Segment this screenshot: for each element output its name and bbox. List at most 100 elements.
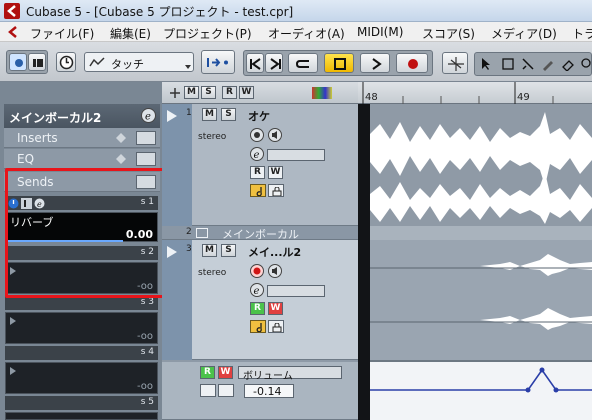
- track-colors-button[interactable]: [312, 87, 332, 99]
- sends-highlight-box: [5, 168, 179, 298]
- eq-toggle-button[interactable]: [136, 152, 156, 166]
- global-write-button[interactable]: W: [239, 86, 254, 99]
- lock-icon: [272, 323, 282, 332]
- send-slot-5[interactable]: [5, 412, 158, 420]
- event-display[interactable]: [358, 82, 592, 420]
- goto-start-button[interactable]: [246, 53, 264, 73]
- folder-event-lane[interactable]: [370, 226, 592, 240]
- menu-media[interactable]: メディア(D): [491, 25, 557, 42]
- overview-toggle-button[interactable]: [28, 53, 46, 71]
- menu-edit[interactable]: 編集(E): [110, 25, 151, 42]
- automation-event-lane[interactable]: [370, 362, 592, 420]
- auto-scroll-button[interactable]: [201, 50, 235, 74]
- track-3-write-button[interactable]: W: [268, 302, 283, 315]
- track-1-timebase-button[interactable]: [250, 184, 266, 197]
- app-menu-icon[interactable]: [6, 25, 20, 39]
- range-tool-icon[interactable]: [501, 57, 515, 71]
- track-3-monitor-icon[interactable]: [268, 264, 282, 278]
- automation-lane[interactable]: R W ボリューム -0.14: [162, 362, 358, 420]
- send-slot-3-number: s 3: [140, 297, 154, 307]
- global-mute-button[interactable]: M: [184, 86, 199, 99]
- track-1-solo-button[interactable]: S: [221, 108, 236, 121]
- eq-section[interactable]: EQ: [4, 149, 160, 169]
- stop-button[interactable]: [324, 53, 354, 73]
- expand-arrow-icon[interactable]: [167, 110, 177, 122]
- track-row-oke[interactable]: 1 M S オケ stereo e R W: [162, 104, 358, 226]
- add-track-icon[interactable]: [168, 87, 182, 99]
- record-button[interactable]: [396, 53, 428, 73]
- track-1-mute-button[interactable]: M: [202, 108, 217, 121]
- menu-bar: ファイル(F) 編集(E) プロジェクト(P) オーディオ(A) MIDI(M)…: [0, 22, 592, 42]
- track-row-mainvocal[interactable]: 2 メインボーカル: [162, 226, 358, 241]
- edit-channel-icon[interactable]: e: [141, 108, 156, 123]
- constrain-delay-button[interactable]: [56, 52, 76, 72]
- chevron-down-icon: [185, 65, 191, 69]
- menu-track[interactable]: トラ: [572, 25, 592, 42]
- global-solo-button[interactable]: S: [201, 86, 216, 99]
- track-3-lock-button[interactable]: [268, 320, 284, 333]
- eq-bypass-icon[interactable]: [116, 154, 126, 164]
- play-button[interactable]: [360, 53, 390, 73]
- track-1-record-enable-icon[interactable]: [250, 128, 264, 142]
- send-4-level: -oo: [136, 381, 153, 392]
- track-3-selector[interactable]: [162, 240, 192, 360]
- split-tool-icon[interactable]: [521, 57, 535, 71]
- note-icon: [256, 187, 262, 196]
- insert-bypass-icon[interactable]: [116, 133, 126, 143]
- stop-icon: [334, 58, 346, 70]
- snap-button[interactable]: [442, 52, 468, 74]
- zoom-tool-icon[interactable]: [580, 57, 592, 71]
- inspector-track-header[interactable]: メインボーカル2 e: [4, 104, 160, 128]
- track-1-insert-eq-send-bypass[interactable]: [267, 149, 325, 161]
- menu-project[interactable]: プロジェクト(P): [163, 25, 252, 42]
- play-icon: [372, 58, 382, 70]
- inserts-section[interactable]: Inserts: [4, 128, 160, 148]
- automation-write-button[interactable]: W: [218, 366, 233, 379]
- track-3-number: 3: [186, 244, 192, 254]
- track-1-write-button[interactable]: W: [268, 166, 283, 179]
- track-3-edit-icon[interactable]: e: [250, 283, 264, 297]
- automation-mute-button[interactable]: [200, 384, 216, 397]
- automation-value-field[interactable]: -0.14: [244, 384, 294, 398]
- automation-read-button[interactable]: R: [200, 366, 215, 379]
- menu-file[interactable]: ファイル(F): [30, 25, 94, 42]
- send-slot-4[interactable]: -oo: [5, 362, 158, 394]
- track-1-lock-button[interactable]: [268, 184, 284, 197]
- track-3-read-button[interactable]: R: [250, 302, 265, 315]
- track-1-read-button[interactable]: R: [250, 166, 265, 179]
- menu-score[interactable]: スコア(S): [422, 25, 475, 42]
- track-3-mute-button[interactable]: M: [202, 244, 217, 257]
- track-2-number: 2: [186, 227, 192, 237]
- audio-event-mainvocal2[interactable]: [370, 240, 592, 360]
- global-read-button[interactable]: R: [222, 86, 237, 99]
- timeline-ruler[interactable]: 48 49: [358, 82, 592, 104]
- ruler-bar-48: 48: [365, 92, 378, 103]
- automation-mode-select[interactable]: タッチ: [84, 52, 194, 72]
- ruler-ticks: [362, 82, 554, 104]
- menu-midi[interactable]: MIDI(M): [357, 25, 403, 39]
- expand-arrow-icon[interactable]: [167, 246, 177, 258]
- track-1-selector[interactable]: [162, 104, 192, 226]
- track-1-edit-icon[interactable]: e: [250, 147, 264, 161]
- track-1-name[interactable]: オケ: [248, 108, 270, 124]
- track-3-name[interactable]: メイ...ル2: [248, 244, 301, 260]
- menu-audio[interactable]: オーディオ(A): [268, 25, 345, 42]
- automation-lock-button[interactable]: [218, 384, 234, 397]
- track-3-solo-button[interactable]: S: [221, 244, 236, 257]
- send-slot-3[interactable]: -oo: [5, 312, 158, 344]
- eq-label: EQ: [17, 152, 35, 166]
- glue-tool-icon[interactable]: [541, 57, 555, 71]
- inspector-toggle-button[interactable]: [9, 53, 27, 71]
- inserts-toggle-button[interactable]: [136, 131, 156, 145]
- track-row-mainvocal2[interactable]: 3 M S メイ...ル2 stereo e R W: [162, 240, 358, 360]
- automation-param-select[interactable]: ボリューム: [238, 366, 342, 382]
- track-3-insert-eq-send-bypass[interactable]: [267, 285, 325, 297]
- cycle-button[interactable]: [288, 53, 318, 73]
- track-3-record-enable-icon[interactable]: [250, 264, 264, 278]
- track-3-timebase-button[interactable]: [250, 320, 266, 333]
- arrow-tool-icon[interactable]: [479, 57, 493, 71]
- goto-end-button[interactable]: [265, 53, 283, 73]
- erase-tool-icon[interactable]: [561, 57, 575, 71]
- track-1-monitor-icon[interactable]: [268, 128, 282, 142]
- audio-event-oke[interactable]: [370, 104, 592, 226]
